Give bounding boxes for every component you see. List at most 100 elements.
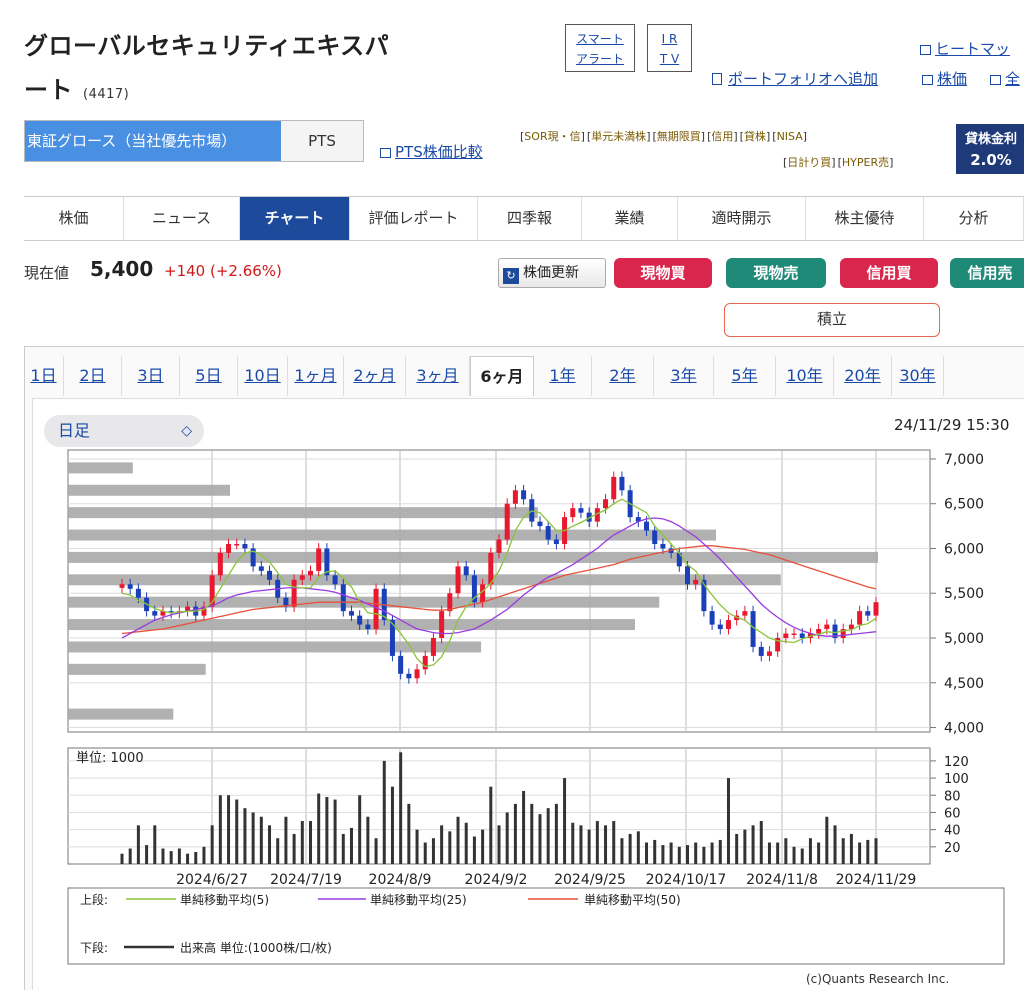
x-axis-label: 2024/8/9 xyxy=(369,872,432,888)
volume-bar xyxy=(431,838,435,864)
volume-bar xyxy=(636,831,640,864)
volume-bar xyxy=(448,831,452,864)
volume-bar xyxy=(612,821,616,864)
volume-bar xyxy=(481,829,485,864)
volume-profile-bar xyxy=(68,462,133,474)
candle-body xyxy=(267,570,273,580)
candle-body xyxy=(414,669,420,679)
candle-body xyxy=(783,633,789,638)
candle-body xyxy=(865,611,871,616)
volume-tick-label: 20 xyxy=(944,841,961,856)
legend-ma25-label: 単純移動平均(25) xyxy=(370,893,467,907)
volume-bar xyxy=(472,836,476,864)
candle-body xyxy=(406,673,412,679)
volume-bar xyxy=(366,816,370,864)
volume-bar xyxy=(497,825,501,864)
volume-bar xyxy=(325,796,329,864)
volume-bar xyxy=(177,848,181,864)
candle-body xyxy=(308,570,313,576)
candle-body xyxy=(340,584,346,612)
candle-body xyxy=(578,508,584,513)
volume-bar xyxy=(628,833,632,864)
volume-bar xyxy=(382,760,386,864)
candle-body xyxy=(693,579,699,585)
volume-bar xyxy=(268,825,272,864)
candle-body xyxy=(725,620,731,630)
volume-bar xyxy=(653,839,657,864)
volume-bar xyxy=(702,846,706,864)
x-axis-label: 2024/9/25 xyxy=(554,872,626,888)
price-tick-label: 5,000 xyxy=(944,631,984,647)
volume-bar xyxy=(677,846,681,864)
legend-ma50-label: 単純移動平均(50) xyxy=(584,893,681,907)
volume-unit-label: 単位: 1000 xyxy=(76,750,144,766)
volume-bar xyxy=(218,795,222,864)
candle-body xyxy=(135,588,141,598)
volume-bar xyxy=(415,829,419,864)
candle-body xyxy=(348,611,354,616)
volume-bar xyxy=(825,816,829,864)
volume-bar xyxy=(522,790,526,864)
volume-profile-bar xyxy=(68,507,538,519)
candle-body xyxy=(291,579,297,607)
copyright: (c)Quants Research Inc. xyxy=(806,972,950,986)
volume-bar xyxy=(817,842,821,864)
candle-body xyxy=(332,575,338,585)
volume-bar xyxy=(743,829,747,864)
candle-body xyxy=(570,508,576,518)
candle-body xyxy=(217,552,223,576)
volume-bar xyxy=(202,846,206,864)
candle-body xyxy=(455,566,461,594)
volume-bar xyxy=(686,845,689,864)
volume-profile-bar xyxy=(68,663,206,675)
volume-bar xyxy=(841,838,845,864)
candle-body xyxy=(816,629,822,634)
volume-bar xyxy=(317,793,321,864)
volume-bar xyxy=(554,803,558,864)
volume-profile-bar xyxy=(68,574,781,586)
candle-body xyxy=(365,624,371,630)
volume-bar xyxy=(858,842,862,864)
candle-body xyxy=(521,490,527,500)
x-axis-label: 2024/10/17 xyxy=(646,872,727,888)
volume-bar xyxy=(710,842,714,864)
volume-bar xyxy=(456,816,460,864)
legend-volume-label: 出来高 単位:(1000株/口/枚) xyxy=(180,940,332,955)
candle-body xyxy=(553,539,559,544)
volume-bar xyxy=(546,808,550,864)
candle-body xyxy=(537,521,543,527)
volume-bar xyxy=(333,799,337,864)
volume-bar xyxy=(399,752,403,864)
volume-bar xyxy=(530,803,534,864)
price-tick-label: 6,000 xyxy=(944,541,984,557)
volume-bar xyxy=(661,845,665,864)
candle-body xyxy=(422,655,428,670)
price-tick-label: 7,000 xyxy=(944,452,984,468)
volume-bar xyxy=(620,838,624,864)
volume-bar xyxy=(604,825,608,864)
candle-body xyxy=(799,633,805,638)
candle-body xyxy=(824,624,830,630)
candle-body xyxy=(644,521,650,531)
candle-body xyxy=(357,615,363,625)
candle-body xyxy=(873,602,879,616)
volume-bar xyxy=(718,839,722,864)
volume-bar xyxy=(751,825,755,864)
x-axis-label: 2024/9/2 xyxy=(465,872,528,888)
volume-bar xyxy=(390,786,394,864)
x-axis-label: 2024/11/8 xyxy=(746,872,818,888)
volume-bar xyxy=(251,812,255,864)
volume-bar xyxy=(300,821,304,864)
volume-bar xyxy=(866,839,870,864)
volume-tick-label: 80 xyxy=(944,789,961,804)
volume-bar xyxy=(284,816,288,864)
candle-body xyxy=(316,548,322,571)
volume-bar xyxy=(309,821,312,864)
volume-bar xyxy=(136,825,140,864)
volume-bar xyxy=(505,812,509,864)
candle-body xyxy=(226,544,232,553)
price-tick-label: 4,000 xyxy=(944,721,984,737)
candle-body xyxy=(603,499,609,509)
volume-bar xyxy=(440,825,444,864)
price-tick-label: 4,500 xyxy=(944,676,984,692)
